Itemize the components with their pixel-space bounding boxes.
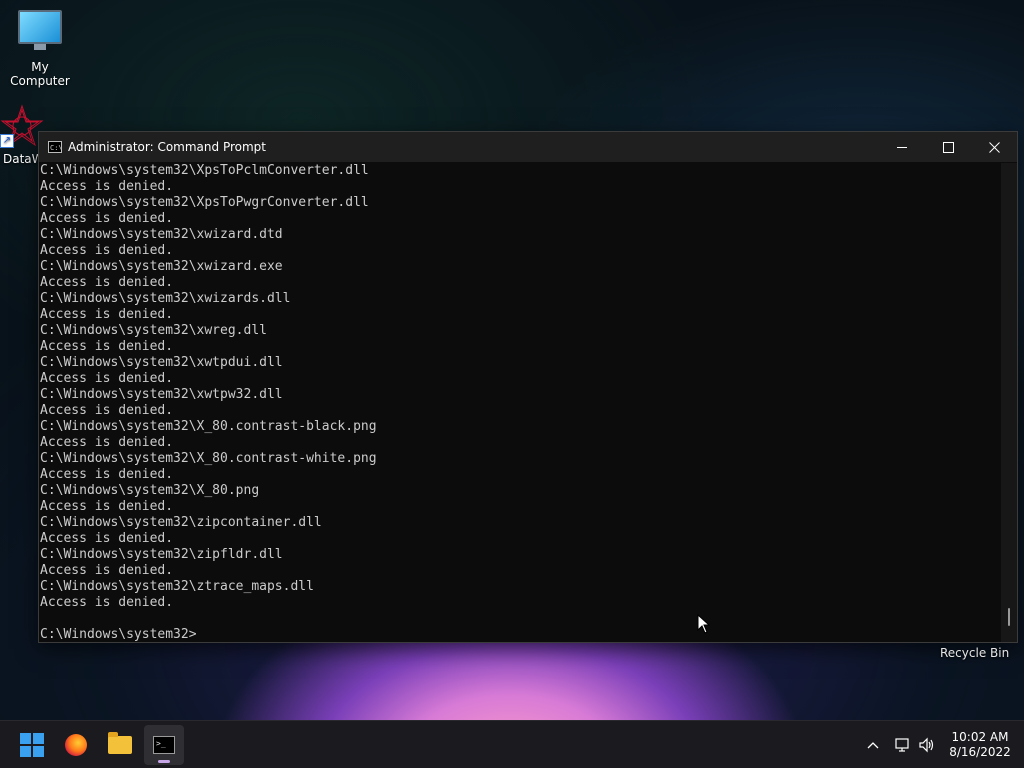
close-button[interactable]: [971, 132, 1017, 162]
file-explorer-icon: [108, 732, 132, 754]
console-line: Access is denied.: [40, 307, 174, 322]
close-icon: [988, 141, 1000, 153]
console-line: C:\Windows\system32\XpsToPwgrConverter.d…: [40, 195, 369, 210]
console-line: Access is denied.: [40, 595, 174, 610]
taskbar-clock[interactable]: 10:02 AM 8/16/2022: [940, 730, 1020, 760]
command-prompt-icon: >_: [153, 736, 175, 754]
console-line: Access is denied.: [40, 435, 174, 450]
maximize-icon: [942, 141, 954, 153]
firefox-icon: [65, 734, 87, 756]
chevron-up-icon: [867, 742, 879, 749]
scrollbar-thumb[interactable]: [1008, 608, 1010, 626]
console-line: Access is denied.: [40, 371, 174, 386]
speaker-icon: [919, 737, 934, 753]
console-line: Access is denied.: [40, 211, 174, 226]
desktop-icon-label: My Computer: [10, 60, 70, 88]
windows-start-icon: [20, 733, 44, 757]
console-line: Access is denied.: [40, 275, 174, 290]
console-line: C:\Windows\system32\xwizard.exe: [40, 259, 283, 274]
minimize-button[interactable]: [879, 132, 925, 162]
taskbar-file-explorer[interactable]: [100, 725, 140, 765]
console-line: C:\Windows\system32\zipfldr.dll: [40, 547, 283, 562]
clock-date: 8/16/2022: [949, 745, 1011, 759]
console-output[interactable]: C:\Windows\system32\XpsToPclmConverter.d…: [39, 163, 1001, 642]
vertical-scrollbar[interactable]: [1001, 163, 1017, 642]
console-line: C:\Windows\system32\XpsToPclmConverter.d…: [40, 163, 369, 178]
console-line: Access is denied.: [40, 531, 174, 546]
clock-time: 10:02 AM: [951, 730, 1009, 744]
console-line: Access is denied.: [40, 499, 174, 514]
taskbar-firefox[interactable]: [56, 725, 96, 765]
maximize-button[interactable]: [925, 132, 971, 162]
console-line: Access is denied.: [40, 243, 174, 258]
computer-icon: [18, 10, 62, 50]
tray-overflow-button[interactable]: [866, 721, 880, 768]
shortcut-arrow-icon: ↗: [0, 134, 14, 148]
console-line: Access is denied.: [40, 179, 174, 194]
desktop-icon-my-computer[interactable]: My Computer: [0, 10, 80, 88]
window-title: Administrator: Command Prompt: [68, 140, 266, 154]
console-line: C:\Windows\system32\ztrace_maps.dll: [40, 579, 314, 594]
window-titlebar[interactable]: C:\ Administrator: Command Prompt: [39, 132, 1017, 162]
console-line: C:\Windows\system32\xwreg.dll: [40, 323, 267, 338]
command-prompt-window[interactable]: C:\ Administrator: Command Prompt C:\Win…: [38, 131, 1018, 643]
desktop-icon-recycle-bin[interactable]: Recycle Bin: [940, 646, 1009, 660]
network-button[interactable]: [894, 721, 912, 768]
start-button[interactable]: [12, 725, 52, 765]
minimize-icon: [897, 146, 907, 148]
volume-button[interactable]: [918, 721, 936, 768]
console-line: C:\Windows\system32\xwtpw32.dll: [40, 387, 283, 402]
console-line: Access is denied.: [40, 563, 174, 578]
console-line: C:\Windows\system32\xwizards.dll: [40, 291, 291, 306]
console-line: C:\Windows\system32\X_80.contrast-black.…: [40, 419, 377, 434]
console-line: Access is denied.: [40, 339, 174, 354]
console-line: C:\Windows\system32\X_80.png: [40, 483, 260, 498]
console-line: C:\Windows\system32\xwtpdui.dll: [40, 355, 283, 370]
console-line: Access is denied.: [40, 403, 174, 418]
mouse-cursor-icon: [697, 614, 711, 634]
active-app-indicator: [158, 760, 170, 763]
console-line: C:\Windows\system32\xwizard.dtd: [40, 227, 283, 242]
console-line: C:\Windows\system32\X_80.contrast-white.…: [40, 451, 377, 466]
command-prompt-icon: C:\: [48, 141, 63, 153]
network-icon: [895, 738, 909, 752]
console-line: C:\Windows\system32\zipcontainer.dll: [40, 515, 322, 530]
console-line: Access is denied.: [40, 467, 174, 482]
console-line: C:\Windows\system32>: [40, 627, 197, 642]
taskbar: >_ 10:02 AM 8/16/2022: [0, 720, 1024, 768]
taskbar-command-prompt[interactable]: >_: [144, 725, 184, 765]
